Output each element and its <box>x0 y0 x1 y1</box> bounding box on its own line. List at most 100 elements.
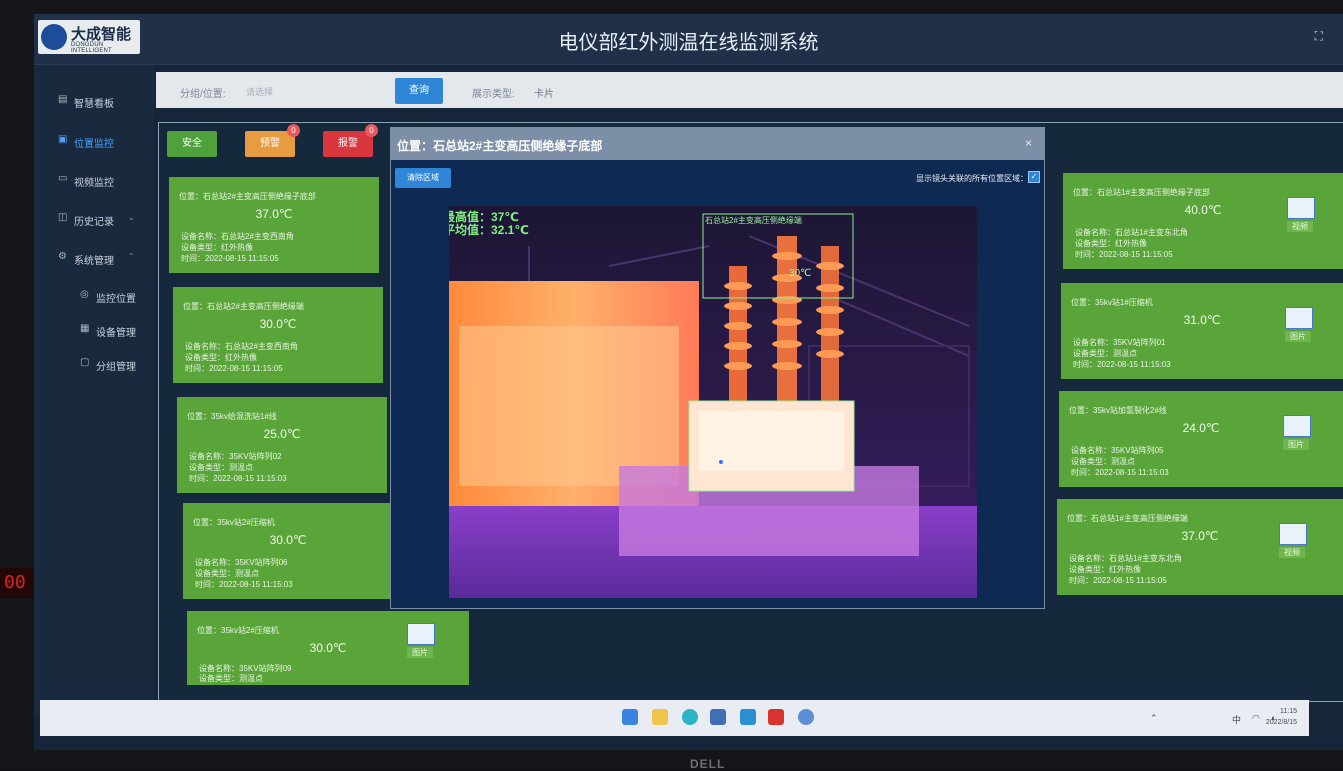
windows-start-icon[interactable] <box>622 709 638 725</box>
card-temperature: 25.0℃ <box>263 427 301 441</box>
card-image-label: 图片 <box>407 647 433 658</box>
sidebar-item-system[interactable]: ⚙ 系统管理 ⌃ <box>34 248 154 270</box>
card-image-button[interactable]: 图片 <box>1285 307 1313 342</box>
card-temperature: 30.0℃ <box>269 533 307 547</box>
card-device: 设备名称：35KV站阵列01 <box>1073 338 1166 347</box>
card-temperature: 30.0℃ <box>259 317 297 331</box>
sidebar-item-history[interactable]: ◫ 历史记录 ⌄ <box>34 209 154 231</box>
sidebar-item-label: 系统管理 <box>74 256 114 267</box>
card-image-label: 图片 <box>1283 439 1309 450</box>
card-type: 设备类型：测温点 <box>1073 349 1137 358</box>
close-icon[interactable]: × <box>1025 136 1032 150</box>
history-icon: ◫ <box>58 212 68 223</box>
card-position: 位置：石总站1#主变高压侧绝缘端 <box>1067 514 1188 523</box>
card-video-button[interactable]: 视频 <box>1287 197 1315 232</box>
card-image-button[interactable]: 图片 <box>407 623 435 658</box>
card-type: 设备类型：测温点 <box>195 569 259 578</box>
input-language[interactable]: 中 <box>1232 713 1241 726</box>
filter-warning-button[interactable]: 预警 <box>245 131 295 157</box>
alarm-count-badge: 0 <box>365 124 378 137</box>
card-type: 设备类型：红外热像 <box>181 243 253 252</box>
monitor: 大成智能 DONGDUN INTELLIGENT 电仪部红外测温在线监测系统 ⛶… <box>0 0 1343 771</box>
app-icon[interactable] <box>740 709 756 725</box>
average-temperature: 平均值：32.1℃ <box>449 223 529 237</box>
card-device: 设备名称：石总站1#主变东北角 <box>1075 228 1188 237</box>
sidebar-item-location-monitor[interactable]: ▣ 位置监控 <box>34 131 154 153</box>
chart-thumbnail-icon <box>1279 523 1307 545</box>
card-type: 设备类型：测温点 <box>199 674 263 683</box>
file-explorer-icon[interactable] <box>652 709 668 725</box>
card-type: 设备类型：测温点 <box>1071 457 1135 466</box>
location-card[interactable]: 位置：35kv站1#压缩机 31.0℃ 设备名称：35KV站阵列01 设备类型：… <box>1061 283 1343 379</box>
hotspot-marker <box>719 460 723 464</box>
sidebar-item-video-monitor[interactable]: ▭ 视频监控 <box>34 170 154 192</box>
edge-browser-icon[interactable] <box>682 709 698 725</box>
clock-time: 11:15 <box>1280 708 1297 715</box>
sidebar-item-label: 监控位置 <box>96 294 136 305</box>
location-icon: ◎ <box>80 289 89 300</box>
clear-region-button[interactable]: 清除区域 <box>395 168 451 188</box>
chart-thumbnail-icon <box>1283 415 1311 437</box>
roi-temperature: 30℃ <box>789 268 812 279</box>
location-card[interactable]: 位置：石总站2#主变高压侧绝缘端 30.0℃ 设备名称：石总站2#主变西南角 设… <box>173 287 383 383</box>
group-select[interactable]: 请选择 <box>246 85 386 103</box>
display-type-select[interactable]: 卡片 <box>534 85 554 100</box>
chart-thumbnail-icon <box>1287 197 1315 219</box>
sidebar-item-label: 分组管理 <box>96 362 136 373</box>
card-device: 设备名称：石总站1#主变东北角 <box>1069 554 1182 563</box>
location-card[interactable]: 位置：石总站2#主变高压侧绝缘子底部 37.0℃ 设备名称：石总站2#主变西南角… <box>169 177 379 273</box>
card-position: 位置：石总站2#主变高压侧绝缘子底部 <box>179 192 316 201</box>
card-time: 时间：2022-08-15 11:15:03 <box>189 474 287 483</box>
filter-safe-button[interactable]: 安全 <box>167 131 217 157</box>
card-video-button[interactable]: 视频 <box>1279 523 1307 558</box>
sidebar-item-label: 设备管理 <box>96 328 136 339</box>
show-all-regions-checkbox[interactable]: ✓ <box>1028 171 1040 183</box>
card-position: 位置：35kv站1#压缩机 <box>1071 298 1153 307</box>
store-icon[interactable] <box>710 709 726 725</box>
location-card[interactable]: 位置：35kv给混洗站1#线 25.0℃ 设备名称：35KV站阵列02 设备类型… <box>177 397 387 493</box>
device-icon: ▦ <box>80 323 90 334</box>
taskbar: ⌃ 中 ◠ ◖ 11:15 2022/8/15 <box>40 700 1309 736</box>
chevron-down-icon: ⌄ <box>128 213 135 222</box>
thermal-scene <box>449 206 977 598</box>
card-device: 设备名称：石总站2#主变西南角 <box>185 342 298 351</box>
card-position: 位置：35kv站2#压缩机 <box>193 518 275 527</box>
card-device: 设备名称：35KV站阵列06 <box>195 558 288 567</box>
card-position: 位置：石总站1#主变高压侧绝缘子底部 <box>1073 188 1210 197</box>
sidebar-subitem-monitor-location[interactable]: ◎ 监控位置 <box>34 286 154 308</box>
roi-label: 石总站2#主变高压侧绝缘端 <box>705 216 802 225</box>
card-position: 位置：35kv给混洗站1#线 <box>187 412 277 421</box>
monitor-brand: DELL <box>690 757 726 771</box>
settings-icon: ⚙ <box>58 251 67 262</box>
card-type: 设备类型：红外热像 <box>185 353 257 362</box>
monitoring-app-icon[interactable] <box>798 709 814 725</box>
sidebar-item-label: 视频监控 <box>74 178 114 189</box>
transformer-hot-zone <box>459 326 679 486</box>
location-card[interactable]: 位置：35kv站2#压缩机 30.0℃ 设备名称：35KV站阵列09 设备类型：… <box>187 611 469 685</box>
warning-count-badge: 0 <box>287 124 300 137</box>
taskbar-clock[interactable]: 11:15 2022/8/15 <box>1266 706 1297 728</box>
app-title: 电仪部红外测温在线监测系统 <box>558 30 819 54</box>
expand-icon[interactable]: ⛶ <box>1315 29 1323 44</box>
sidebar-subitem-group-management[interactable]: ▢ 分组管理 <box>34 354 154 376</box>
query-button[interactable]: 查询 <box>395 78 443 104</box>
wifi-icon[interactable]: ◠ <box>1252 713 1260 724</box>
video-icon: ▭ <box>58 173 68 184</box>
sidebar-item-label: 智慧看板 <box>74 99 114 110</box>
card-time: 时间：2022-08-15 11:15:05 <box>1069 576 1167 585</box>
sidebar-subitem-device-management[interactable]: ▦ 设备管理 <box>34 320 154 342</box>
location-card[interactable]: 位置：35kv站加氢裂化2#线 24.0℃ 设备名称：35KV站阵列05 设备类… <box>1059 391 1343 487</box>
filter-bar: 分组/位置: 请选择 查询 展示类型: 卡片 <box>156 72 1343 108</box>
card-device: 设备名称：35KV站阵列05 <box>1071 446 1164 455</box>
thermal-image[interactable]: 最高值：37℃ 平均值：32.1℃ 石总站2#主变高压侧绝缘端 30℃ <box>449 206 977 598</box>
card-time: 时间：2022-08-15 11:15:03 <box>195 580 293 589</box>
location-card[interactable]: 位置：石总站1#主变高压侧绝缘端 37.0℃ 设备名称：石总站1#主变东北角 设… <box>1057 499 1343 595</box>
card-image-button[interactable]: 图片 <box>1283 415 1311 450</box>
card-time: 时间：2022-08-15 11:15:05 <box>181 254 279 263</box>
chevron-up-icon[interactable]: ⌃ <box>1150 713 1158 724</box>
location-card[interactable]: 位置：35kv站2#压缩机 30.0℃ 设备名称：35KV站阵列06 设备类型：… <box>183 503 393 599</box>
filter-alarm-button[interactable]: 报警 <box>323 131 373 157</box>
location-card[interactable]: 位置：石总站1#主变高压侧绝缘子底部 40.0℃ 设备名称：石总站1#主变东北角… <box>1063 173 1343 269</box>
security-icon[interactable] <box>768 709 784 725</box>
sidebar-item-dashboard[interactable]: ▤ 智慧看板 <box>34 91 154 113</box>
